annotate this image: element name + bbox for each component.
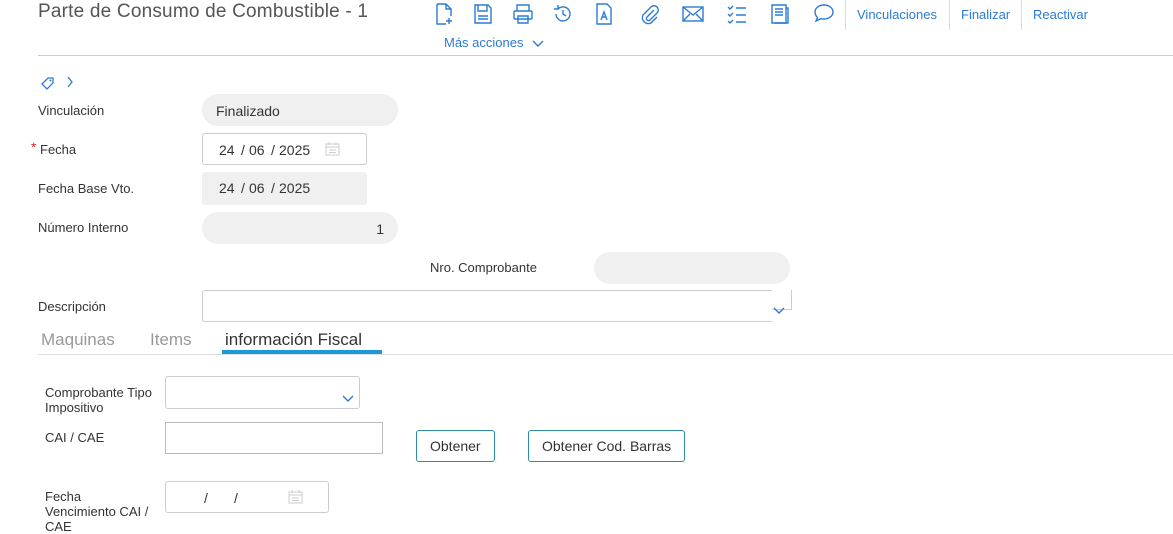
cai-label: CAI / CAE bbox=[45, 430, 105, 445]
more-actions-label: Más acciones bbox=[444, 35, 524, 50]
nro-comprobante-field bbox=[594, 252, 790, 284]
chevron-right-icon[interactable] bbox=[66, 75, 74, 94]
finalizar-link[interactable]: Finalizar bbox=[961, 7, 1010, 22]
toolbar-separator bbox=[949, 0, 950, 30]
tab-informacion-fiscal[interactable]: información Fiscal bbox=[225, 330, 362, 350]
fecha-base-field: 24 / 06 / 2025 bbox=[202, 172, 367, 205]
header-divider bbox=[38, 55, 1173, 56]
date-separator: / bbox=[241, 180, 245, 196]
fecha-base-month: 06 bbox=[249, 180, 265, 196]
tab-items[interactable]: Items bbox=[150, 330, 192, 350]
fecha-input[interactable]: 24 / 06 / 2025 bbox=[202, 133, 367, 165]
fecha-base-year: 2025 bbox=[279, 180, 311, 196]
calendar-icon[interactable] bbox=[288, 490, 303, 509]
comment-icon[interactable] bbox=[812, 2, 836, 26]
date-separator: / bbox=[204, 490, 208, 506]
page-title-container: Parte de Consumo de Combustible - 1 bbox=[38, 0, 388, 44]
tabs-divider bbox=[38, 354, 1173, 355]
page-title: Parte de Consumo de Combustible - 1 bbox=[38, 1, 369, 22]
obtener-cod-barras-button[interactable]: Obtener Cod. Barras bbox=[528, 430, 686, 462]
calendar-icon[interactable] bbox=[325, 142, 340, 161]
comprobante-tipo-label: Comprobante Tipo Impositivo bbox=[45, 385, 152, 415]
chevron-down-icon[interactable] bbox=[773, 302, 785, 320]
nro-comprobante-label: Nro. Comprobante bbox=[430, 260, 537, 275]
vinculacion-label: Vinculación bbox=[38, 103, 105, 118]
fecha-vencimiento-label: Fecha Vencimiento CAI / CAE bbox=[45, 489, 149, 534]
fecha-year[interactable]: 2025 bbox=[279, 142, 310, 158]
reactivar-link[interactable]: Reactivar bbox=[1033, 7, 1088, 22]
obtener-button[interactable]: Obtener bbox=[416, 430, 495, 462]
print-icon[interactable] bbox=[511, 2, 535, 26]
cai-input[interactable] bbox=[165, 422, 383, 454]
fecha-vencimiento-input[interactable]: / / bbox=[165, 481, 329, 513]
fecha-base-day: 24 bbox=[219, 180, 235, 196]
more-actions-menu[interactable]: Más acciones bbox=[444, 35, 544, 51]
fecha-label: Fecha bbox=[40, 142, 77, 157]
chevron-down-icon bbox=[532, 36, 544, 51]
history-icon[interactable] bbox=[551, 2, 575, 26]
email-icon[interactable] bbox=[681, 2, 705, 26]
vinculacion-value: Finalizado bbox=[216, 103, 280, 119]
attachment-icon[interactable] bbox=[637, 2, 661, 26]
new-document-icon[interactable] bbox=[432, 2, 456, 26]
save-icon[interactable] bbox=[471, 2, 495, 26]
toolbar-separator bbox=[1021, 0, 1022, 30]
required-marker: * bbox=[31, 139, 37, 155]
numero-interno-field: 1 bbox=[202, 212, 398, 244]
date-separator: / bbox=[241, 142, 245, 158]
comprobante-tipo-select[interactable] bbox=[165, 376, 360, 409]
fecha-base-label: Fecha Base Vto. bbox=[38, 181, 135, 196]
text-document-icon[interactable] bbox=[592, 2, 616, 26]
numero-interno-value: 1 bbox=[376, 221, 384, 237]
tab-maquinas[interactable]: Maquinas bbox=[41, 330, 115, 350]
date-separator: / bbox=[271, 142, 275, 158]
fecha-day[interactable]: 24 bbox=[219, 142, 235, 158]
numero-interno-label: Número Interno bbox=[38, 220, 129, 235]
vinculaciones-link[interactable]: Vinculaciones bbox=[857, 7, 937, 22]
tag-icon[interactable] bbox=[40, 75, 56, 96]
date-separator: / bbox=[271, 180, 275, 196]
descripcion-input[interactable] bbox=[202, 290, 772, 322]
vinculacion-field: Finalizado bbox=[202, 94, 398, 126]
chevron-down-icon bbox=[342, 390, 354, 408]
fecha-month[interactable]: 06 bbox=[249, 142, 265, 158]
toolbar-separator bbox=[845, 0, 846, 30]
descripcion-label: Descripción bbox=[38, 299, 106, 314]
checklist-icon[interactable] bbox=[725, 2, 749, 26]
date-separator: / bbox=[234, 490, 238, 506]
book-icon[interactable] bbox=[768, 2, 792, 26]
